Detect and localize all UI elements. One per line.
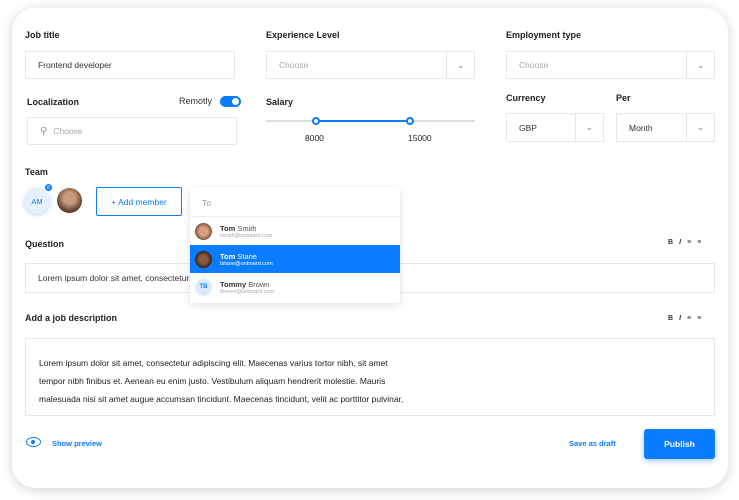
job-title-label: Job title xyxy=(25,30,60,40)
dropdown-item-tom-stane[interactable]: Tom Stane tstane@onboard.com xyxy=(190,245,400,273)
last-name: Brown xyxy=(246,279,270,289)
localization-input[interactable]: ⚲ Choose xyxy=(27,117,237,145)
experience-placeholder: Choose xyxy=(279,60,309,70)
salary-min-handle[interactable] xyxy=(312,117,320,125)
dropdown-item-tommy-brown[interactable]: TB Tommy Brown tbrown@onboard.com xyxy=(190,273,400,301)
chevron-down-icon: ⌄ xyxy=(686,114,714,141)
avatar xyxy=(195,222,212,240)
description-line: Lorem ipsum dolor sit amet, consectetur … xyxy=(39,358,388,368)
publish-button[interactable]: Publish xyxy=(644,429,715,459)
first-name: Tom xyxy=(220,223,236,233)
bullet-list-icon[interactable]: ≡ xyxy=(687,315,691,322)
experience-select[interactable]: Choose ⌄ xyxy=(266,51,475,79)
salary-min-value: 8000 xyxy=(305,133,324,143)
per-label: Per xyxy=(616,93,631,103)
show-preview-link[interactable]: Show preview xyxy=(52,439,102,448)
job-title-input[interactable]: Frontend developer xyxy=(25,51,235,79)
chevron-down-icon: ⌄ xyxy=(686,52,714,78)
bullet-list-icon[interactable]: ≡ xyxy=(687,239,691,246)
salary-range xyxy=(316,120,410,122)
employment-placeholder: Choose xyxy=(519,60,549,70)
employment-label: Employment type xyxy=(506,30,582,40)
description-label: Add a job description xyxy=(25,313,118,323)
currency-label: Currency xyxy=(506,93,546,103)
salary-max-value: 15000 xyxy=(408,133,432,143)
localization-label: Localization xyxy=(27,97,80,107)
description-line: malesuada nisi sit amet augue accumsan t… xyxy=(39,394,404,404)
experience-label: Experience Level xyxy=(266,30,340,40)
email: tstane@onboard.com xyxy=(220,260,273,267)
numbered-list-icon[interactable]: ≡ xyxy=(697,239,701,246)
bold-button[interactable]: B xyxy=(668,315,673,322)
avatar: TB xyxy=(195,278,212,296)
salary-max-handle[interactable] xyxy=(406,117,414,125)
to-input[interactable]: To xyxy=(190,187,400,217)
per-select[interactable]: Month ⌄ xyxy=(616,113,715,142)
team-member-photo-avatar[interactable] xyxy=(57,188,82,213)
currency-select[interactable]: GBP ⌄ xyxy=(506,113,604,142)
team-label: Team xyxy=(25,167,48,177)
localization-placeholder: Choose xyxy=(53,126,83,136)
eye-icon[interactable] xyxy=(26,437,41,447)
question-label: Question xyxy=(25,239,65,249)
numbered-list-icon[interactable]: ≡ xyxy=(697,315,701,322)
last-name: Smith xyxy=(235,223,257,233)
avatar xyxy=(195,250,212,268)
email: tbrown@onboard.com xyxy=(220,288,275,295)
member-count-badge: 8 xyxy=(44,183,53,192)
first-name: Tom xyxy=(220,251,236,261)
currency-value: GBP xyxy=(519,122,537,133)
employment-select[interactable]: Choose ⌄ xyxy=(506,51,715,79)
chevron-down-icon: ⌄ xyxy=(446,52,474,78)
add-member-button[interactable]: + Add member xyxy=(96,187,182,216)
per-value: Month xyxy=(629,122,653,133)
save-draft-link[interactable]: Save as draft xyxy=(569,439,616,448)
dropdown-item-tom-smith[interactable]: Tom Smith tsmith@onboard.com xyxy=(190,217,400,245)
italic-button[interactable]: I xyxy=(679,239,681,246)
italic-button[interactable]: I xyxy=(679,315,681,322)
first-name: Tommy xyxy=(220,279,247,289)
member-dropdown: To Tom Smith tsmith@onboard.com Tom Stane… xyxy=(190,187,400,303)
remote-label: Remotly xyxy=(179,96,213,106)
location-pin-icon: ⚲ xyxy=(40,125,48,137)
description-toolbar: B I ≡ ≡ xyxy=(668,315,701,322)
description-line: tempor nibh finibus et. Aenean eu enim j… xyxy=(39,376,386,386)
chevron-down-icon: ⌄ xyxy=(575,114,603,141)
remote-toggle[interactable] xyxy=(220,96,241,107)
last-name: Stane xyxy=(235,251,257,261)
avatar-initials: AM xyxy=(31,196,43,206)
email: tsmith@onboard.com xyxy=(220,232,273,239)
bold-button[interactable]: B xyxy=(668,239,673,246)
salary-label: Salary xyxy=(266,97,294,107)
team-member-avatar[interactable]: AM xyxy=(24,188,50,214)
question-toolbar: B I ≡ ≡ xyxy=(668,239,701,246)
description-textarea[interactable]: Lorem ipsum dolor sit amet, consectetur … xyxy=(25,338,715,416)
